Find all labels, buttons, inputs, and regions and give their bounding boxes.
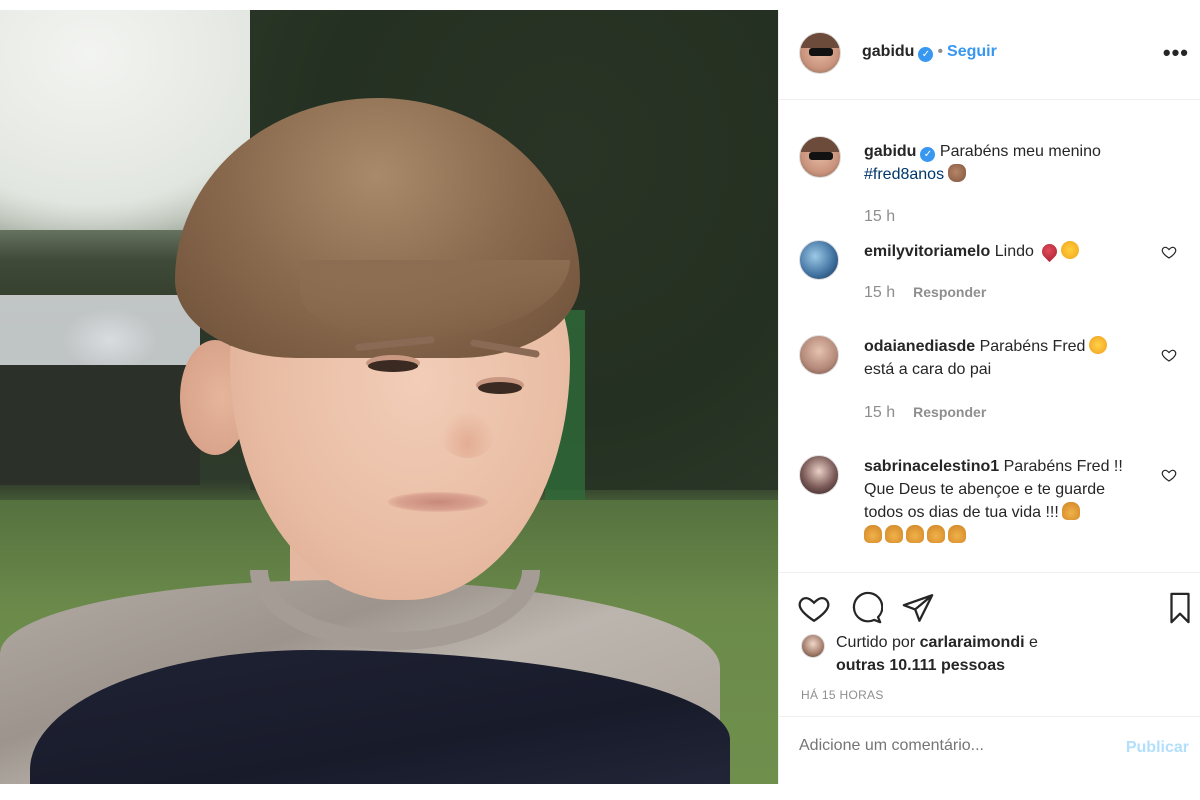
comments-list[interactable]: gabidu ✓ Parabéns meu menino #fred8anos 1… — [779, 100, 1200, 572]
heart-icon[interactable] — [797, 591, 831, 625]
comment-time[interactable]: 15 h — [864, 284, 895, 301]
comment-username[interactable]: sabrinacelestino1 — [864, 458, 999, 475]
verified-badge-icon: ✓ — [920, 147, 936, 162]
praise-hands-emoji-icon — [948, 525, 966, 543]
caption-avatar[interactable] — [799, 136, 841, 178]
reply-button[interactable]: Responder — [913, 284, 986, 300]
star-eyes-emoji-icon — [1060, 241, 1079, 259]
heart-emoji-icon — [1038, 240, 1060, 263]
praise-hands-emoji-icon — [864, 525, 882, 543]
caption-hashtag[interactable]: #fred8anos — [864, 166, 944, 183]
commenter-avatar[interactable] — [799, 240, 839, 280]
praise-hands-emoji-icon — [927, 525, 945, 543]
share-icon[interactable] — [901, 591, 935, 625]
caption-username[interactable]: gabidu — [864, 143, 916, 160]
avatar-glasses — [809, 152, 833, 160]
caption-time[interactable]: 15 h — [864, 208, 895, 225]
add-comment-bar: Publicar — [779, 716, 1200, 784]
liked-by-prefix: Curtido por — [836, 634, 916, 651]
post-timestamp[interactable]: HÁ 15 HORAS — [801, 688, 884, 702]
post-header: gabidu ✓ • Seguir ••• — [779, 10, 1200, 100]
comment-body-line2: está a cara do pai — [864, 361, 992, 378]
praise-hands-emoji-icon — [885, 525, 903, 543]
comment-time[interactable]: 15 h — [864, 404, 895, 421]
comment-like-heart-icon[interactable] — [1161, 467, 1177, 483]
praise-hands-emoji-icon — [1061, 502, 1080, 520]
post-side-panel: gabidu ✓ • Seguir ••• gabidu ✓ Parabéns meu … — [778, 10, 1200, 784]
caption-body: Parabéns meu menino — [939, 143, 1101, 160]
comment-text: sabrinacelestino1 Parabéns Fred !! Que D… — [864, 455, 1154, 547]
author-username[interactable]: gabidu — [862, 43, 914, 60]
party-face-emoji-icon — [1089, 336, 1108, 354]
comment-meta: 15 h Responder — [864, 404, 986, 422]
photo-subject-right-eye — [478, 382, 522, 394]
praise-hands-emoji-icon — [906, 525, 924, 543]
avatar-hair — [800, 33, 840, 48]
comment-like-heart-icon[interactable] — [1161, 244, 1177, 260]
photo-subject-left-eye — [368, 360, 418, 372]
avatar-glasses — [809, 48, 833, 56]
comment-text: emilyvitoriamelo Lindo — [864, 240, 1154, 263]
avatar-hair — [800, 137, 840, 152]
liked-by-user[interactable]: carlaraimondi — [920, 634, 1025, 651]
liked-by-text: Curtido por carlaraimondi e outras 10.11… — [836, 631, 1038, 677]
liked-by-connector: e — [1029, 634, 1038, 651]
separator-dot: • — [937, 43, 944, 60]
comment-meta: 15 h Responder — [864, 284, 986, 302]
reply-button[interactable]: Responder — [913, 404, 986, 420]
comment-like-heart-icon[interactable] — [1161, 347, 1177, 363]
publish-button[interactable]: Publicar — [1126, 739, 1189, 757]
bookmark-icon[interactable] — [1163, 591, 1197, 625]
comment-body: Lindo — [994, 243, 1034, 260]
comment-username[interactable]: odaianediasde — [864, 338, 975, 355]
add-comment-input[interactable] — [799, 737, 1099, 755]
author-avatar[interactable] — [799, 32, 841, 74]
header-author-line: gabidu ✓ • Seguir — [862, 43, 997, 62]
commenter-avatar[interactable] — [799, 335, 839, 375]
post-actions: Curtido por carlaraimondi e outras 10.11… — [779, 572, 1200, 717]
comment-body-line2: Que Deus te abençoe e te guarde — [864, 481, 1106, 498]
fist-emoji-icon — [948, 164, 967, 182]
comment-body-line3: todos os dias de tua vida !!! — [864, 504, 1059, 521]
liker-avatar[interactable] — [801, 634, 825, 658]
caption-text: gabidu ✓ Parabéns meu menino #fred8anos — [864, 140, 1154, 186]
commenter-avatar[interactable] — [799, 455, 839, 495]
caption-meta: 15 h — [864, 208, 895, 226]
liked-by-others[interactable]: outras 10.111 pessoas — [836, 657, 1005, 674]
photo-background-structure — [0, 365, 200, 485]
post-photo[interactable] — [0, 10, 778, 784]
verified-badge-icon: ✓ — [918, 47, 934, 62]
comment-body: Parabéns Fred !! — [1003, 458, 1123, 475]
comment-username[interactable]: emilyvitoriamelo — [864, 243, 990, 260]
follow-button[interactable]: Seguir — [947, 43, 997, 60]
photo-subject-nose — [440, 410, 495, 458]
comment-icon[interactable] — [849, 591, 883, 625]
more-icon[interactable]: ••• — [1163, 40, 1189, 66]
comment-text: odaianediasde Parabéns Fred está a cara … — [864, 335, 1154, 381]
photo-background-building — [0, 295, 200, 365]
comment-body: Parabéns Fred — [979, 338, 1086, 355]
photo-subject-mouth — [388, 492, 488, 512]
